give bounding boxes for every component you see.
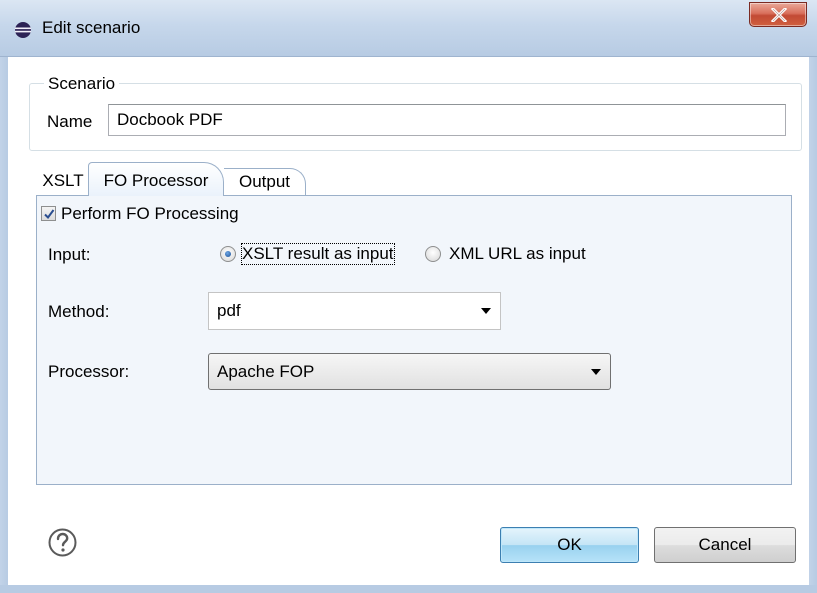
checkmark-icon xyxy=(44,209,55,220)
tab-output-label: Output xyxy=(238,172,291,191)
processor-combo[interactable]: Apache FOP xyxy=(208,353,611,390)
title-bar[interactable]: Edit scenario xyxy=(0,0,817,57)
eclipse-icon xyxy=(15,22,31,38)
xslt-result-radio[interactable] xyxy=(220,246,236,262)
tab-fo-processor[interactable]: FO Processor xyxy=(88,162,224,196)
xml-url-radio-label[interactable]: XML URL as input xyxy=(449,244,586,264)
tab-xslt-label: XSLT xyxy=(42,171,84,190)
processor-label: Processor: xyxy=(48,362,130,381)
close-button[interactable] xyxy=(749,2,807,27)
processor-value: Apache FOP xyxy=(217,362,315,381)
cancel-button[interactable]: Cancel xyxy=(654,527,796,563)
name-input[interactable]: Docbook PDF xyxy=(108,104,786,136)
window-frame-left xyxy=(0,57,8,593)
window-frame-right xyxy=(809,57,817,593)
tab-xslt[interactable]: XSLT xyxy=(38,168,88,196)
method-value: pdf xyxy=(217,301,241,320)
window-title: Edit scenario xyxy=(42,18,141,37)
chevron-down-icon xyxy=(591,369,601,375)
fo-processor-panel xyxy=(36,195,792,485)
ok-button[interactable]: OK xyxy=(500,527,639,563)
tab-fo-processor-label: FO Processor xyxy=(103,171,209,190)
input-label: Input: xyxy=(48,245,91,264)
close-icon xyxy=(771,8,787,22)
edit-scenario-dialog: Edit scenario Scenario Name Docbook PDF … xyxy=(0,0,817,593)
question-mark-icon[interactable] xyxy=(48,528,77,557)
perform-fo-checkbox[interactable] xyxy=(41,206,56,221)
method-label: Method: xyxy=(48,302,110,321)
perform-fo-label[interactable]: Perform FO Processing xyxy=(61,204,239,224)
name-label: Name xyxy=(47,112,93,131)
scenario-group-label: Scenario xyxy=(44,74,120,94)
chevron-down-icon xyxy=(481,308,491,314)
xslt-result-radio-label[interactable]: XSLT result as input xyxy=(241,243,395,265)
method-combo[interactable]: pdf xyxy=(208,292,501,330)
xml-url-radio[interactable] xyxy=(425,246,441,262)
window-frame-bottom xyxy=(0,585,817,593)
tab-output[interactable]: Output xyxy=(224,168,306,196)
